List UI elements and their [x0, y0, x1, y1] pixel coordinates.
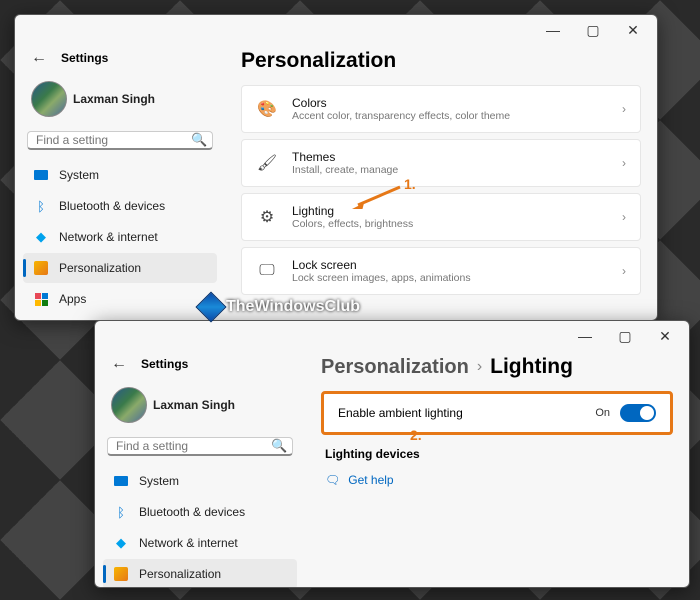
wifi-icon: ◆	[113, 535, 129, 551]
sidebar-item-bluetooth[interactable]: ᛒ Bluetooth & devices	[23, 191, 217, 221]
watermark: TheWindowsClub	[200, 296, 360, 318]
maximize-button[interactable]: ▢	[605, 322, 645, 350]
close-button[interactable]: ✕	[613, 16, 653, 44]
display-icon	[114, 476, 128, 486]
sidebar-item-network[interactable]: ◆ Network & internet	[103, 528, 297, 558]
settings-window-1: — ▢ ✕ ← Settings Laxman Singh 🔍 System ᛒ…	[14, 14, 658, 321]
card-themes[interactable]: 🖌 ThemesInstall, create, manage ›	[241, 139, 641, 187]
apps-icon	[35, 293, 48, 306]
search-input[interactable]	[36, 133, 191, 147]
sidebar-item-personalization[interactable]: Personalization	[103, 559, 297, 587]
minimize-button[interactable]: —	[565, 322, 605, 350]
sidebar-item-bluetooth[interactable]: ᛒ Bluetooth & devices	[103, 497, 297, 527]
breadcrumb-parent[interactable]: Personalization	[321, 356, 469, 379]
sidebar: ← Settings Laxman Singh 🔍 System ᛒ Blueto…	[95, 351, 305, 587]
sidebar-item-personalization[interactable]: Personalization	[23, 253, 217, 283]
toggle-label: Enable ambient lighting	[338, 406, 463, 420]
sidebar-item-system[interactable]: System	[23, 160, 217, 190]
chevron-right-icon: ›	[477, 358, 482, 376]
app-title: Settings	[137, 357, 188, 371]
bluetooth-icon: ᛒ	[113, 504, 129, 520]
sidebar-item-system[interactable]: System	[103, 466, 297, 496]
brush-icon	[114, 567, 128, 581]
toggle-card-ambient-lighting: Enable ambient lighting On	[321, 391, 673, 435]
sidebar-item-label: Bluetooth & devices	[59, 199, 165, 213]
bluetooth-icon: ᛒ	[33, 198, 49, 214]
card-lighting[interactable]: ⚙ LightingColors, effects, brightness ›	[241, 193, 641, 241]
sidebar: ← Settings Laxman Singh 🔍 System ᛒ Blueto…	[15, 45, 225, 320]
sidebar-item-label: Network & internet	[139, 536, 238, 550]
search-icon: 🔍	[191, 132, 207, 148]
help-icon: 🗨	[325, 473, 340, 487]
wifi-icon: ◆	[33, 229, 49, 245]
lock-screen-icon: 🖵	[256, 260, 278, 282]
page-heading: Personalization	[241, 49, 641, 73]
sidebar-item-label: Bluetooth & devices	[139, 505, 245, 519]
minimize-button[interactable]: —	[533, 16, 573, 44]
sidebar-item-label: Apps	[59, 292, 86, 306]
titlebar: — ▢ ✕	[15, 15, 657, 45]
sidebar-item-network[interactable]: ◆ Network & internet	[23, 222, 217, 252]
search-input[interactable]	[116, 439, 271, 453]
get-help-link[interactable]: 🗨 Get help	[321, 469, 673, 491]
back-button[interactable]: ←	[111, 355, 131, 373]
card-lockscreen[interactable]: 🖵 Lock screenLock screen images, apps, a…	[241, 247, 641, 295]
main-panel: Personalization 🎨 ColorsAccent color, tr…	[225, 45, 657, 320]
chevron-right-icon: ›	[622, 264, 626, 278]
chevron-right-icon: ›	[622, 210, 626, 224]
sidebar-item-label: System	[139, 474, 179, 488]
display-icon	[34, 170, 48, 180]
toggle-state: On	[595, 407, 610, 419]
brush-icon	[34, 261, 48, 275]
close-button[interactable]: ✕	[645, 322, 685, 350]
titlebar: — ▢ ✕	[95, 321, 689, 351]
sidebar-item-label: Personalization	[59, 261, 141, 275]
avatar[interactable]	[111, 387, 147, 423]
main-panel: Personalization › Lighting Enable ambien…	[305, 351, 689, 587]
watermark-logo	[195, 291, 226, 322]
app-title: Settings	[57, 51, 108, 65]
section-heading: Lighting devices	[325, 447, 673, 461]
settings-window-2: — ▢ ✕ ← Settings Laxman Singh 🔍 System ᛒ…	[94, 320, 690, 588]
avatar[interactable]	[31, 81, 67, 117]
card-colors[interactable]: 🎨 ColorsAccent color, transparency effec…	[241, 85, 641, 133]
sidebar-item-label: Personalization	[139, 567, 221, 581]
search-icon: 🔍	[271, 438, 287, 454]
search-box[interactable]: 🔍	[27, 131, 213, 150]
user-name: Laxman Singh	[73, 92, 155, 106]
palette-icon: 🎨	[256, 98, 278, 120]
chevron-right-icon: ›	[622, 102, 626, 116]
sidebar-item-label: System	[59, 168, 99, 182]
watermark-text: TheWindowsClub	[226, 298, 360, 316]
sidebar-item-apps[interactable]: Apps	[23, 284, 217, 314]
user-name: Laxman Singh	[153, 398, 235, 412]
breadcrumb: Personalization › Lighting	[321, 355, 673, 379]
search-box[interactable]: 🔍	[107, 437, 293, 456]
maximize-button[interactable]: ▢	[573, 16, 613, 44]
chevron-right-icon: ›	[622, 156, 626, 170]
toggle-switch[interactable]	[620, 404, 656, 422]
back-button[interactable]: ←	[31, 49, 51, 67]
brush-icon: 🖌	[256, 152, 278, 174]
gear-icon: ⚙	[256, 206, 278, 228]
breadcrumb-current: Lighting	[490, 355, 573, 379]
sidebar-item-label: Network & internet	[59, 230, 158, 244]
